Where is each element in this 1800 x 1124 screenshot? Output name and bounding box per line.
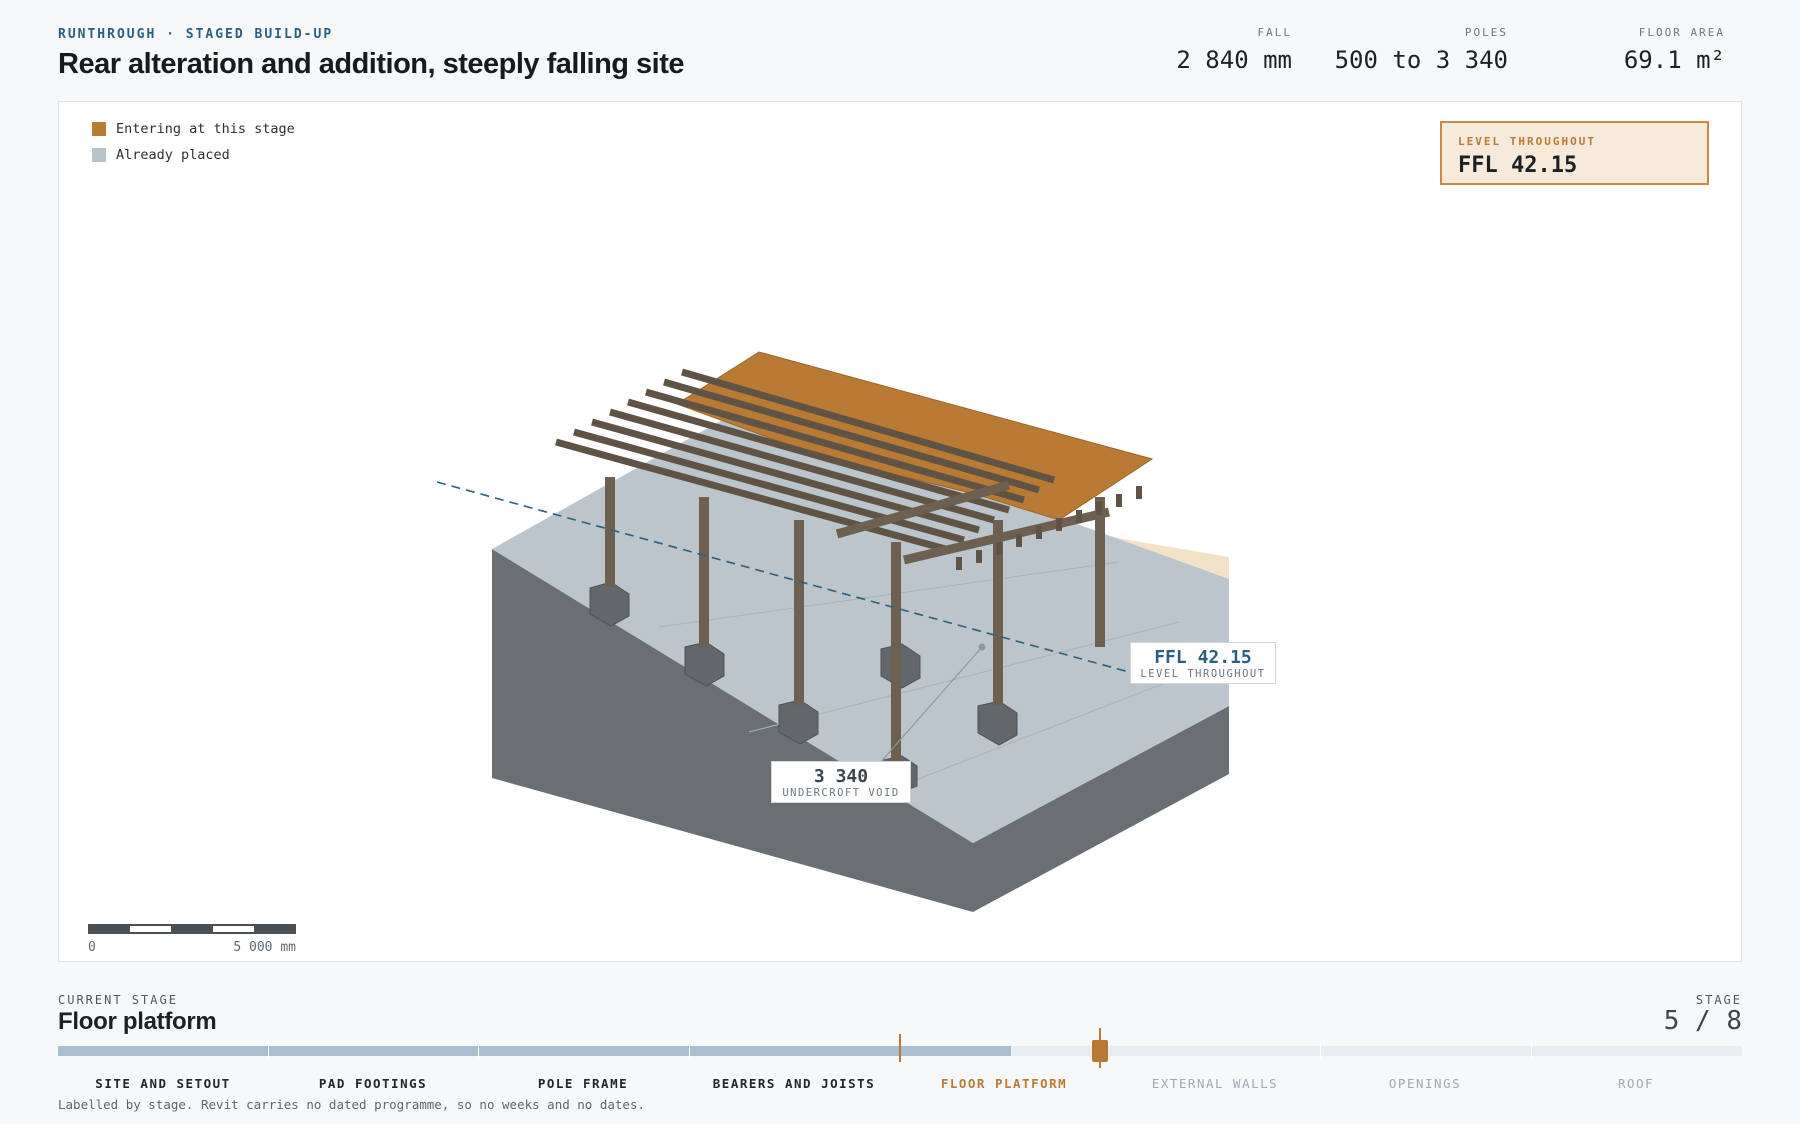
step-bearers-and-joists[interactable]: BEARERS AND JOISTS [689,1076,899,1091]
stat-poles-value: 500 to 3 340 [1334,46,1508,74]
stage-tick [478,1042,479,1060]
pole [699,497,709,647]
isometric-model[interactable] [59,102,1743,963]
ffl-callout-caption: LEVEL THROUGHOUT [1140,668,1266,680]
void-callout: 3 340 UNDERCROFT VOID [771,761,911,803]
stage-counter-label: STAGE [1695,993,1742,1007]
stat-poles: POLES 500 to 3 340 [1335,26,1508,74]
eyebrow: RUNTHROUGH · STAGED BUILD-UP [58,27,334,42]
stage-tick [1320,1042,1321,1060]
level-card-label: LEVEL THROUGHOUT [1458,135,1596,148]
stage-slider-handle[interactable] [1092,1040,1108,1062]
legend-swatch-entering [92,122,106,136]
step-pole-frame[interactable]: POLE FRAME [478,1076,688,1091]
scale-start-label: 0 [88,940,96,955]
step-roof[interactable]: ROOF [1531,1076,1741,1091]
legend-entering: Entering at this stage [92,121,295,137]
footnote: Labelled by stage. Revit carries no date… [58,1097,645,1112]
model-viewport[interactable]: Entering at this stage Already placed LE… [58,101,1742,962]
previous-stage-marker [899,1034,901,1062]
stat-floor-area-value: 69.1 m² [1623,46,1725,74]
current-stage-value: Floor platform [58,1008,217,1035]
step-pad-footings[interactable]: PAD FOOTINGS [268,1076,478,1091]
stage-tick [268,1042,269,1060]
stage-counter-value: 5 / 8 [1663,1006,1742,1036]
void-callout-caption: UNDERCROFT VOID [782,787,900,799]
ffl-callout: FFL 42.15 LEVEL THROUGHOUT [1130,642,1276,684]
step-site-and-setout[interactable]: SITE AND SETOUT [58,1076,268,1091]
legend-placed-label: Already placed [116,147,230,163]
step-openings[interactable]: OPENINGS [1320,1076,1530,1091]
page-title: Rear alteration and addition, steeply fa… [58,48,685,80]
legend-placed: Already placed [92,147,230,163]
level-card: LEVEL THROUGHOUT FFL 42.15 [1440,121,1709,185]
scale-bar [88,924,296,934]
stat-fall: FALL 2 840 mm [1176,26,1292,74]
level-card-value: FFL 42.15 [1458,153,1578,178]
scale-end-label: 5 000 mm [233,940,296,955]
stat-poles-label: POLES [1464,26,1508,39]
stage-tick [1531,1042,1532,1060]
stage-tick [689,1042,690,1060]
ffl-callout-value: FFL 42.15 [1154,647,1252,668]
stage-slider-fill [58,1046,1012,1056]
stat-fall-label: FALL [1257,26,1292,39]
pole [605,477,615,587]
current-stage-label: CURRENT STAGE [58,993,178,1007]
step-external-walls[interactable]: EXTERNAL WALLS [1110,1076,1320,1091]
stage-slider[interactable] [58,1028,1742,1068]
legend-swatch-placed [92,148,106,162]
stat-floor-area-label: FLOOR AREA [1638,26,1725,39]
pole [891,542,901,772]
stat-fall-value: 2 840 mm [1176,46,1292,74]
void-callout-value: 3 340 [813,766,869,787]
legend-entering-label: Entering at this stage [116,121,295,137]
step-floor-platform[interactable]: FLOOR PLATFORM [899,1076,1109,1091]
stat-floor-area: FLOOR AREA 69.1 m² [1624,26,1725,74]
pole [794,520,804,705]
